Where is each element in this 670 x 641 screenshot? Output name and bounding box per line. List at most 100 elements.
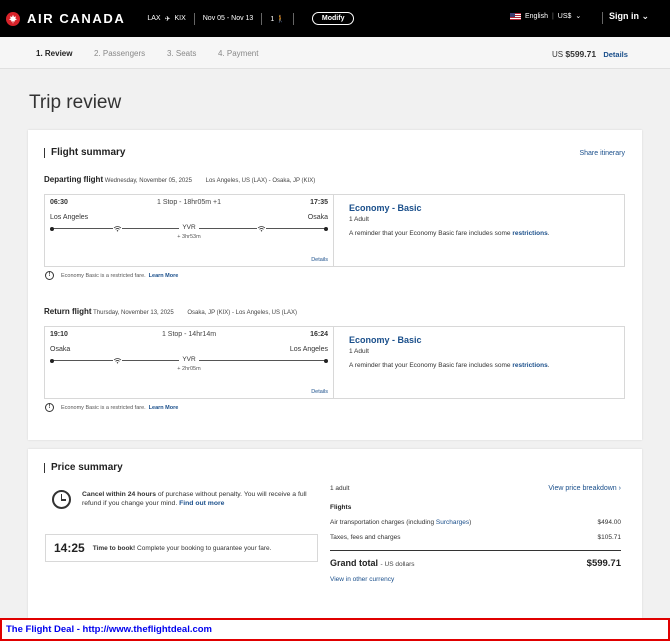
passenger-count: 1 🚶 — [270, 15, 285, 23]
passenger-type: 1 Adult — [349, 216, 369, 223]
us-flag-icon — [510, 12, 521, 20]
flight-timeline: 19:10 1 Stop - 14hr14m 16:24 Osaka Los A… — [45, 327, 334, 398]
timer-body-text: Complete your booking to guarantee your … — [137, 544, 272, 552]
cancellation-text: Cancel within 24 hours of purchase witho… — [82, 490, 319, 509]
flights-label: Flights — [330, 504, 352, 511]
footer-text: The Flight Deal - http://www.theflightde… — [6, 624, 213, 635]
arrival-city: Osaka — [307, 214, 328, 221]
arrival-city: Los Angeles — [289, 346, 328, 353]
taxes-row: Taxes, fees and charges $105.71 — [330, 534, 621, 541]
fare-reminder: A reminder that your Economy Basic fare … — [349, 230, 550, 237]
flight-route: Los Angeles, US (LAX) - Osaka, JP (KIX) — [205, 178, 316, 184]
grand-total-text: Grand total — [330, 558, 379, 568]
top-navigation-bar: AIR CANADA LAX ✈ KIX Nov 05 - Nov 13 1 🚶… — [0, 0, 670, 37]
reminder-text: A reminder that your Economy Basic fare … — [349, 230, 511, 237]
restrictions-link[interactable]: restrictions — [512, 362, 547, 369]
chevron-right-icon: › — [618, 485, 621, 492]
restricted-text: Economy Basic is a restricted fare. — [61, 272, 146, 279]
price-currency: US — [552, 50, 564, 59]
fare-info: Economy - Basic 1 Adult A reminder that … — [341, 195, 624, 266]
cancellation-policy: Cancel within 24 hours of purchase witho… — [45, 490, 319, 509]
step-payment[interactable]: 4. Payment — [218, 49, 258, 58]
price-details-link[interactable]: Details — [603, 50, 628, 59]
return-flight-heading: Return flight Thursday, November 13, 202… — [44, 307, 297, 316]
language-label: English — [525, 12, 548, 20]
price-breakdown: 1 adult View price breakdown › Flights A… — [330, 485, 621, 565]
adult-count-row: 1 adult View price breakdown › — [330, 485, 621, 492]
restricted-fare-note: ! Economy Basic is a restricted fare. Le… — [45, 271, 178, 280]
air-transport-value: $494.00 — [597, 519, 622, 526]
connection-code: YVR — [179, 356, 199, 363]
divider: | — [551, 12, 554, 20]
air-canada-logo[interactable]: AIR CANADA — [6, 11, 125, 26]
breakdown-label: View price breakdown — [548, 485, 617, 492]
flight-summary-title: Flight summary — [44, 148, 125, 158]
modify-button[interactable]: Modify — [311, 12, 355, 25]
divider — [193, 12, 195, 25]
flight-heading-label: Departing flight — [44, 175, 104, 184]
cabin-link[interactable]: Economy - Basic — [349, 335, 422, 345]
timer-bold-text: Time to book! — [92, 544, 136, 552]
surcharges-link[interactable]: Surcharges — [436, 519, 469, 526]
maple-leaf-icon — [6, 11, 20, 26]
restricted-fare-note: ! Economy Basic is a restricted fare. Le… — [45, 403, 178, 412]
price-summary-title: Price summary — [44, 463, 123, 473]
reminder-period: . — [547, 230, 550, 237]
learn-more-link[interactable]: Learn More — [149, 405, 179, 411]
fare-reminder: A reminder that your Economy Basic fare … — [349, 362, 550, 369]
sign-in-button[interactable]: Sign in ⌄ — [609, 11, 649, 22]
person-icon: 🚶 — [276, 15, 285, 23]
flight-heading-label: Return flight — [44, 307, 92, 316]
connection-airport: YVR — [45, 356, 333, 363]
reminder-period: . — [547, 362, 550, 369]
step-passengers[interactable]: 2. Passengers — [94, 49, 145, 58]
flight-date: Wednesday, November 05, 2025 — [104, 178, 192, 184]
brand-name: AIR CANADA — [27, 11, 126, 26]
passenger-type: 1 Adult — [349, 348, 369, 355]
divider — [292, 12, 294, 25]
countdown-timer: 14:25 — [54, 541, 85, 555]
flight-timeline: 06:30 1 Stop - 18hr05m +1 17:35 Los Ange… — [45, 195, 334, 266]
origin-code: LAX — [147, 15, 161, 22]
booking-steps: 1. Review 2. Passengers 3. Seats 4. Paym… — [0, 37, 670, 69]
find-out-more-link[interactable]: Find out more — [179, 500, 224, 507]
info-icon: ! — [45, 403, 54, 412]
air-transport-close: ) — [469, 519, 472, 526]
step-review[interactable]: 1. Review — [36, 49, 72, 58]
layover-duration: + 3hr53m — [177, 234, 201, 240]
adult-count: 1 adult — [330, 485, 350, 492]
grand-total-label: Grand total - US dollars — [330, 558, 621, 568]
view-price-breakdown-link[interactable]: View price breakdown › — [548, 485, 621, 492]
booking-timer: 14:25 Time to book! Complete your bookin… — [45, 534, 318, 562]
reminder-text: A reminder that your Economy Basic fare … — [349, 362, 511, 369]
locale-selector[interactable]: English | US$ ⌄ — [510, 12, 581, 20]
cabin-link[interactable]: Economy - Basic — [349, 203, 422, 213]
arrival-time: 17:35 — [310, 199, 328, 206]
currency-label: US$ — [557, 12, 572, 20]
flight-details-link[interactable]: Details — [311, 389, 328, 395]
flight-details-link[interactable]: Details — [311, 257, 328, 263]
learn-more-link[interactable]: Learn More — [149, 273, 179, 279]
step-seats[interactable]: 3. Seats — [167, 49, 196, 58]
taxes-label: Taxes, fees and charges — [330, 534, 401, 541]
page-title: Trip review — [29, 92, 122, 113]
price-amount: $599.71 — [565, 49, 597, 59]
taxes-value: $105.71 — [597, 534, 622, 541]
grand-total-currency: - US dollars — [380, 561, 415, 568]
fare-info: Economy - Basic 1 Adult A reminder that … — [341, 327, 624, 398]
stops-duration: 1 Stop - 14hr14m — [161, 331, 217, 338]
connection-airport: YVR — [45, 224, 333, 231]
other-currency-link[interactable]: View in other currency — [330, 576, 394, 583]
departing-flight-box: 06:30 1 Stop - 18hr05m +1 17:35 Los Ange… — [44, 194, 625, 267]
departure-city: Los Angeles — [50, 214, 89, 221]
timer-message: Time to book! Complete your booking to g… — [93, 545, 272, 552]
restrictions-link[interactable]: restrictions — [512, 230, 547, 237]
trip-dates: Nov 05 - Nov 13 — [202, 15, 254, 22]
air-transportation-row: Air transportation charges (including Su… — [330, 519, 621, 526]
grand-total-section: Grand total - US dollars $599.71 View in… — [330, 558, 621, 588]
watermark-footer: The Flight Deal - http://www.theflightde… — [0, 618, 670, 641]
flight-route: Osaka, JP (KIX) - Los Angeles, US (LAX) — [187, 310, 297, 316]
share-itinerary-link[interactable]: Share itinerary — [579, 150, 625, 157]
header-price: US $599.71 Details — [552, 49, 628, 59]
flight-date: Thursday, November 13, 2025 — [93, 310, 174, 316]
